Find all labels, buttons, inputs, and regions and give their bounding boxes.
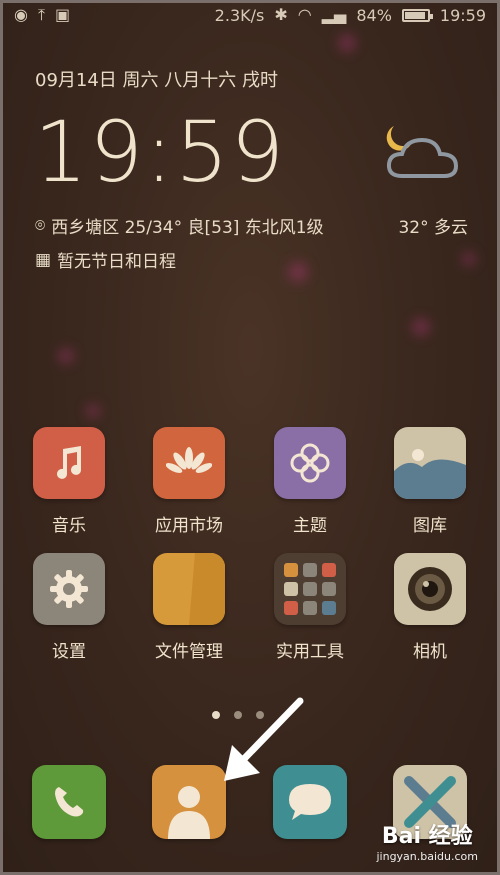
mountain-icon [394, 427, 466, 499]
app-app-market[interactable]: 应用市场 [134, 427, 244, 536]
pointer-arrow-icon [224, 697, 304, 781]
battery-icon [401, 8, 433, 22]
temperature-text: 32° 多云 [398, 218, 468, 238]
app-label: 设置 [52, 642, 86, 662]
message-icon: ◉ [14, 5, 28, 24]
camera-lens-icon [394, 553, 466, 625]
app-label: 应用市场 [155, 516, 223, 536]
app-settings[interactable]: 设置 [14, 553, 124, 662]
phone-icon [32, 765, 106, 839]
location-weather-text: 西乡塘区 25/34° 良[53] 东北风1级 [51, 218, 324, 238]
huawei-petals-icon [153, 427, 225, 499]
location-weather: ⌾ 西乡塘区 25/34° 良[53] 东北风1级 [35, 213, 324, 239]
wifi-icon: ◠ [297, 5, 312, 24]
music-note-icon [33, 427, 105, 499]
status-time: 19:59 [439, 5, 486, 25]
folder-icon [153, 553, 225, 625]
upload-icon: ⤒ [37, 5, 46, 24]
app-label: 实用工具 [276, 642, 344, 662]
folder-grid-icon [274, 553, 346, 625]
app-file-manager[interactable]: 文件管理 [134, 553, 244, 662]
app-label: 图库 [413, 516, 447, 536]
bluetooth-icon: ✱ [274, 5, 288, 24]
watermark-url: jingyan.baidu.com [376, 850, 478, 863]
app-camera[interactable]: 相机 [375, 553, 485, 662]
gear-icon [33, 553, 105, 625]
app-label: 主题 [293, 516, 327, 536]
status-bar: ◉ ⤒ ▣ 2.3K/s ✱ ◠ ▂▄ 84% 19:59 [0, 0, 500, 30]
date-text: 09月14日 周六 八月十六 戌时 [35, 70, 278, 91]
cloudy-moon-icon[interactable] [382, 116, 462, 186]
schedule: ▦ 暂无节日和日程 [35, 247, 177, 273]
clock-time[interactable]: 19:59 [34, 103, 286, 201]
app-label: 音乐 [52, 516, 86, 536]
app-theme[interactable]: 主题 [255, 427, 365, 536]
app-music[interactable]: 音乐 [14, 427, 124, 536]
contact-person-icon [152, 765, 226, 839]
app-utilities-folder[interactable]: 实用工具 [255, 553, 365, 662]
app-label: 相机 [413, 642, 447, 662]
app-gallery[interactable]: 图库 [375, 427, 485, 536]
baidu-watermark: Bai 经验 jingyan.baidu.com [376, 818, 478, 863]
calendar-icon: ▦ [35, 249, 52, 270]
location-pin-icon: ⌾ [35, 215, 46, 236]
app-label: 文件管理 [155, 642, 223, 662]
dock-phone[interactable] [14, 765, 124, 839]
watermark-text: Bai 经验 [381, 824, 473, 849]
image-icon: ▣ [55, 5, 71, 24]
battery-percent: 84% [356, 5, 392, 25]
network-speed: 2.3K/s [214, 5, 265, 25]
flower-icon [274, 427, 346, 499]
schedule-text: 暂无节日和日程 [57, 252, 177, 272]
signal-icon: ▂▄ [321, 5, 347, 24]
